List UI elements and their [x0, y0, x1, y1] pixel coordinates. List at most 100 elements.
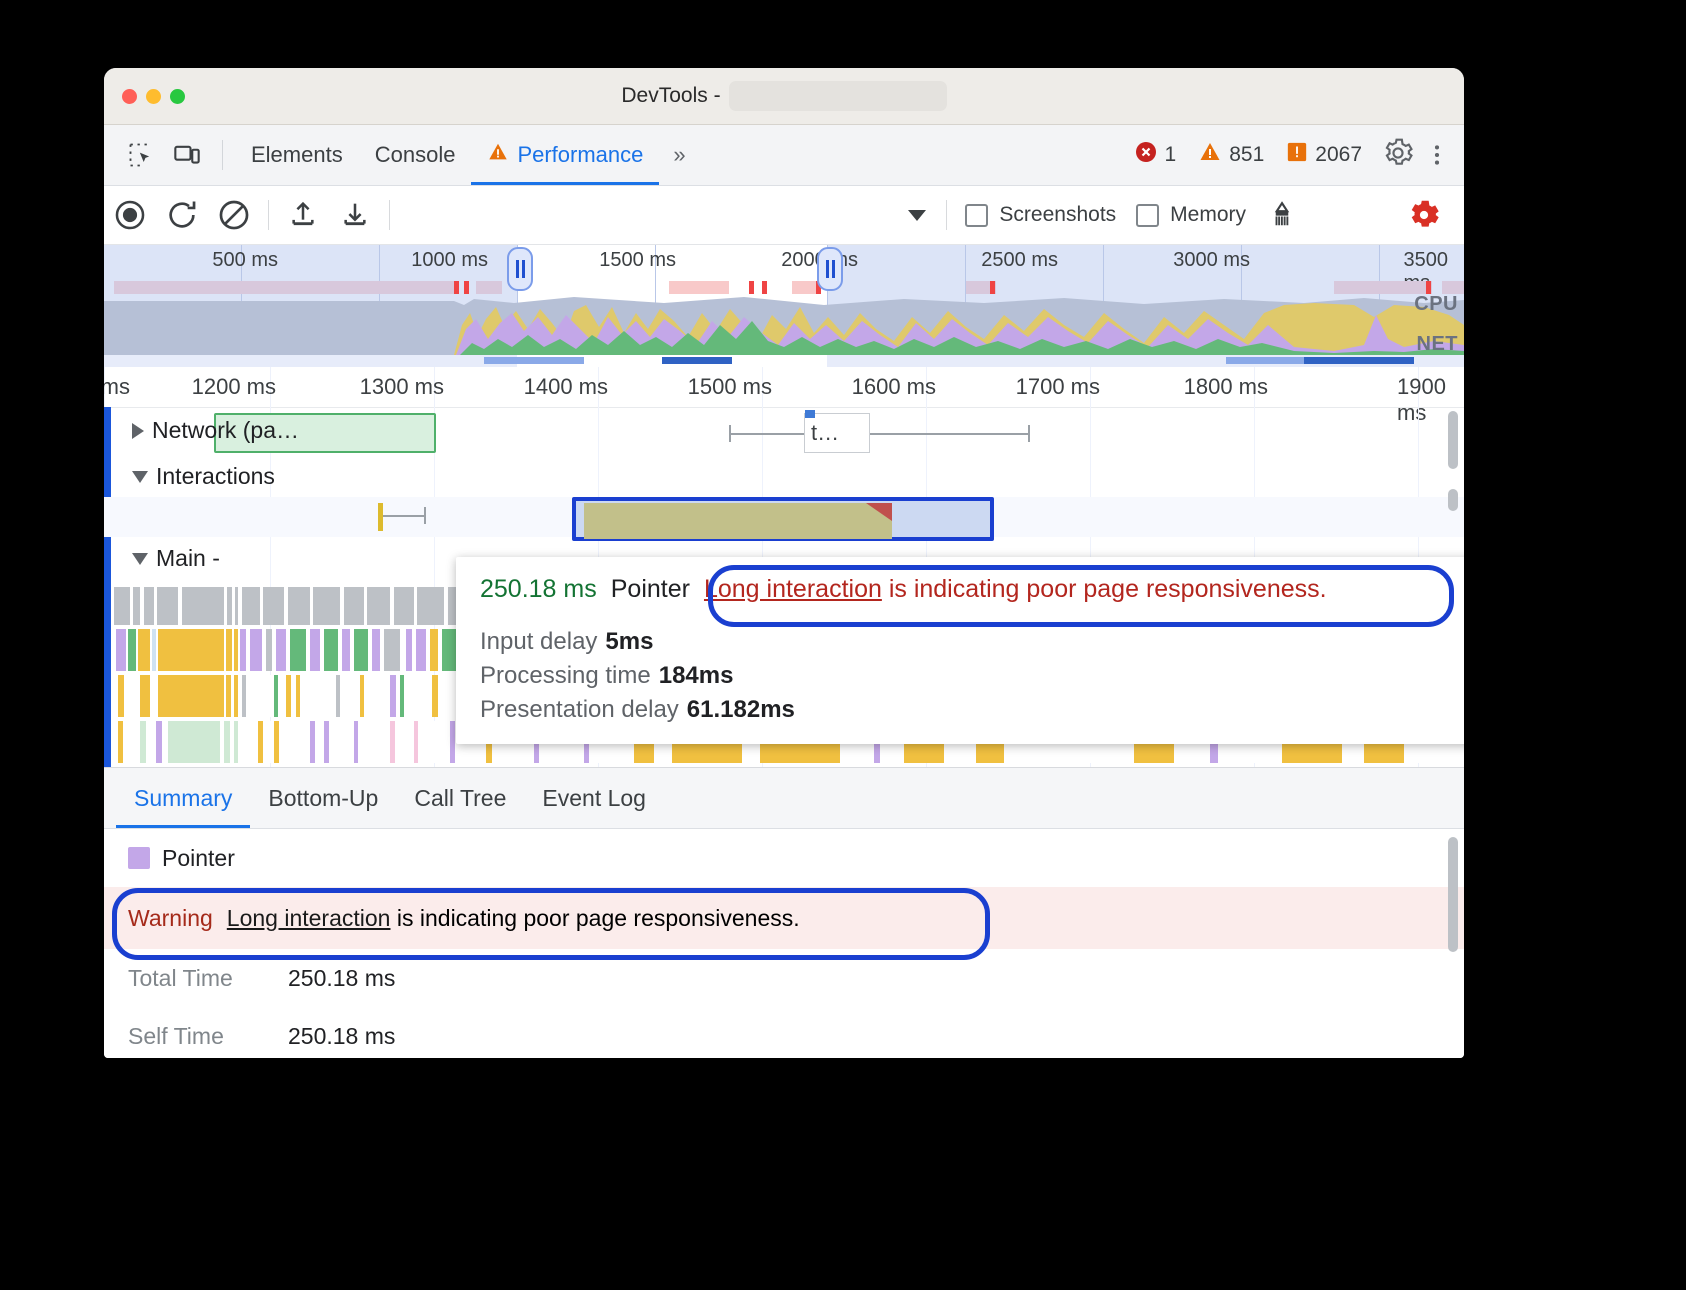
tooltip-row-input-delay: Input delay 5ms — [480, 628, 1464, 656]
devtools-tabbar: Elements Console Performance » — [104, 125, 1464, 186]
close-window-button[interactable] — [122, 89, 137, 104]
error-circle-icon — [1134, 140, 1158, 170]
kebab-menu-icon[interactable] — [1420, 142, 1454, 168]
maximize-window-button[interactable] — [170, 89, 185, 104]
overview-right-handle[interactable] — [817, 247, 843, 291]
summary-warning-link[interactable]: Long interaction — [227, 905, 391, 931]
self-time-value: 250.18 ms — [288, 1023, 395, 1050]
event-tooltip: 250.18 ms Pointer Long interaction is in… — [456, 557, 1464, 744]
tab-event-log-label: Event Log — [542, 785, 646, 812]
interaction-marker-small[interactable] — [378, 503, 383, 531]
minimize-window-button[interactable] — [146, 89, 161, 104]
gear-icon[interactable] — [1382, 137, 1414, 174]
chevron-down-icon[interactable] — [132, 471, 148, 483]
track-interactions[interactable]: Interactions Pointer — [104, 459, 1464, 537]
network-request-label: t… — [805, 420, 839, 445]
inspect-element-icon[interactable] — [118, 132, 164, 178]
issue-counters: 1 851 — [1126, 140, 1370, 170]
tab-performance[interactable]: Performance — [471, 125, 659, 185]
overview-tick: 500 ms — [212, 249, 284, 272]
tooltip-header-row: 250.18 ms Pointer Long interaction is in… — [480, 575, 1464, 604]
event-color-swatch — [128, 847, 150, 869]
summary-warning-rest: is indicating poor page responsiveness. — [390, 905, 799, 931]
total-time-label: Total Time — [128, 965, 288, 992]
flame-tick: 1800 ms — [1184, 374, 1276, 400]
flame-tick: ms — [104, 374, 138, 400]
track-main-header[interactable]: Main - — [118, 545, 220, 572]
overview-ruler: 500 ms 1000 ms 1500 ms 2000 ms 2500 ms 3… — [104, 245, 1464, 279]
tooltip-input-delay-label: Input delay — [480, 628, 597, 655]
capture-settings-gear-icon[interactable] — [1398, 189, 1450, 241]
flame-tick: 1600 ms — [852, 374, 944, 400]
tab-event-log[interactable]: Event Log — [524, 768, 664, 828]
warning-count: 851 — [1229, 143, 1264, 167]
flamechart-scrollbar-thumb-2[interactable] — [1448, 489, 1458, 511]
error-count: 1 — [1165, 143, 1177, 167]
info-count: 2067 — [1315, 143, 1362, 167]
load-profile-icon[interactable] — [277, 189, 329, 241]
titlebar: DevTools - — [104, 68, 1464, 125]
tooltip-warning: Long interaction is indicating poor page… — [704, 575, 1327, 604]
track-network-header[interactable]: Network (pa… — [118, 417, 299, 444]
flamechart-panel[interactable]: ms 1200 ms 1300 ms 1400 ms 1500 ms 1600 … — [104, 367, 1464, 781]
tooltip-warning-link[interactable]: Long interaction — [704, 575, 882, 603]
overview-tick: 2500 ms — [981, 249, 1064, 272]
chevron-down-icon[interactable] — [132, 553, 148, 565]
clear-recording-icon[interactable] — [208, 189, 260, 241]
info-counter[interactable]: 2067 — [1278, 141, 1370, 169]
tab-elements[interactable]: Elements — [235, 125, 359, 185]
memory-label: Memory — [1170, 203, 1246, 227]
tab-bottom-up-label: Bottom-Up — [268, 785, 378, 812]
window-title-group: DevTools - — [104, 81, 1464, 111]
summary-event-row: Pointer — [104, 829, 1464, 887]
summary-scrollbar-thumb[interactable] — [1448, 837, 1458, 952]
track-interactions-label: Interactions — [156, 463, 275, 490]
tab-bottom-up[interactable]: Bottom-Up — [250, 768, 396, 828]
warning-triangle-icon — [487, 141, 509, 169]
overview-network-strip — [104, 279, 1464, 295]
tab-summary[interactable]: Summary — [116, 768, 250, 828]
track-main-label: Main - — [156, 545, 220, 572]
tooltip-input-delay-value: 5ms — [605, 628, 653, 655]
more-tabs-icon[interactable]: » — [659, 142, 696, 168]
error-counter[interactable]: 1 — [1126, 140, 1185, 170]
chevron-right-icon[interactable] — [132, 423, 144, 439]
tooltip-warning-rest: is indicating poor page responsiveness. — [882, 575, 1327, 603]
tab-console[interactable]: Console — [359, 125, 472, 185]
collect-garbage-icon[interactable] — [1256, 189, 1308, 241]
summary-total-time-row: Total Time 250.18 ms — [104, 949, 1464, 1007]
total-time-value: 250.18 ms — [288, 965, 395, 992]
device-toolbar-icon[interactable] — [164, 132, 210, 178]
save-profile-icon[interactable] — [329, 189, 381, 241]
devtools-window: DevTools - Elements Console — [104, 68, 1464, 1058]
timeline-overview[interactable]: 500 ms 1000 ms 1500 ms 2000 ms 2500 ms 3… — [104, 245, 1464, 355]
record-icon[interactable] — [104, 189, 156, 241]
memory-checkbox[interactable]: Memory — [1126, 203, 1256, 227]
overview-left-handle[interactable] — [507, 247, 533, 291]
summary-warning-row: Warning Long interaction is indicating p… — [104, 887, 1464, 949]
screenshots-checkbox[interactable]: Screenshots — [955, 203, 1126, 227]
track-interactions-header[interactable]: Interactions — [118, 463, 275, 490]
tooltip-processing-time-value: 184ms — [659, 662, 734, 689]
checkbox-box — [965, 204, 988, 227]
tab-call-tree[interactable]: Call Tree — [396, 768, 524, 828]
screen: DevTools - Elements Console — [0, 0, 1686, 1290]
recording-selector-dropdown[interactable] — [398, 197, 938, 233]
flame-tick: 1700 ms — [1016, 374, 1108, 400]
tooltip-row-presentation-delay: Presentation delay61.182ms — [480, 696, 1464, 724]
overview-tick: 3000 ms — [1173, 249, 1256, 272]
interaction-pointer-selected[interactable]: Pointer — [572, 497, 994, 541]
summary-warning-text: Long interaction is indicating poor page… — [227, 905, 800, 932]
flamechart-scrollbar-thumb[interactable] — [1448, 411, 1458, 469]
flame-tick: 1500 ms — [688, 374, 780, 400]
network-request-block[interactable]: t… — [804, 413, 870, 453]
track-network[interactable]: Network (pa… t… — [104, 409, 1464, 457]
summary-self-time-row: Self Time 250.18 ms — [104, 1007, 1464, 1058]
window-title: DevTools - — [621, 84, 720, 108]
toolbar-divider — [268, 200, 269, 230]
performance-toolbar: Screenshots Memory — [104, 186, 1464, 245]
reload-and-record-icon[interactable] — [156, 189, 208, 241]
warning-counter[interactable]: 851 — [1190, 140, 1272, 170]
tooltip-duration: 250.18 ms — [480, 575, 597, 604]
flamechart-ruler: ms 1200 ms 1300 ms 1400 ms 1500 ms 1600 … — [104, 367, 1464, 408]
